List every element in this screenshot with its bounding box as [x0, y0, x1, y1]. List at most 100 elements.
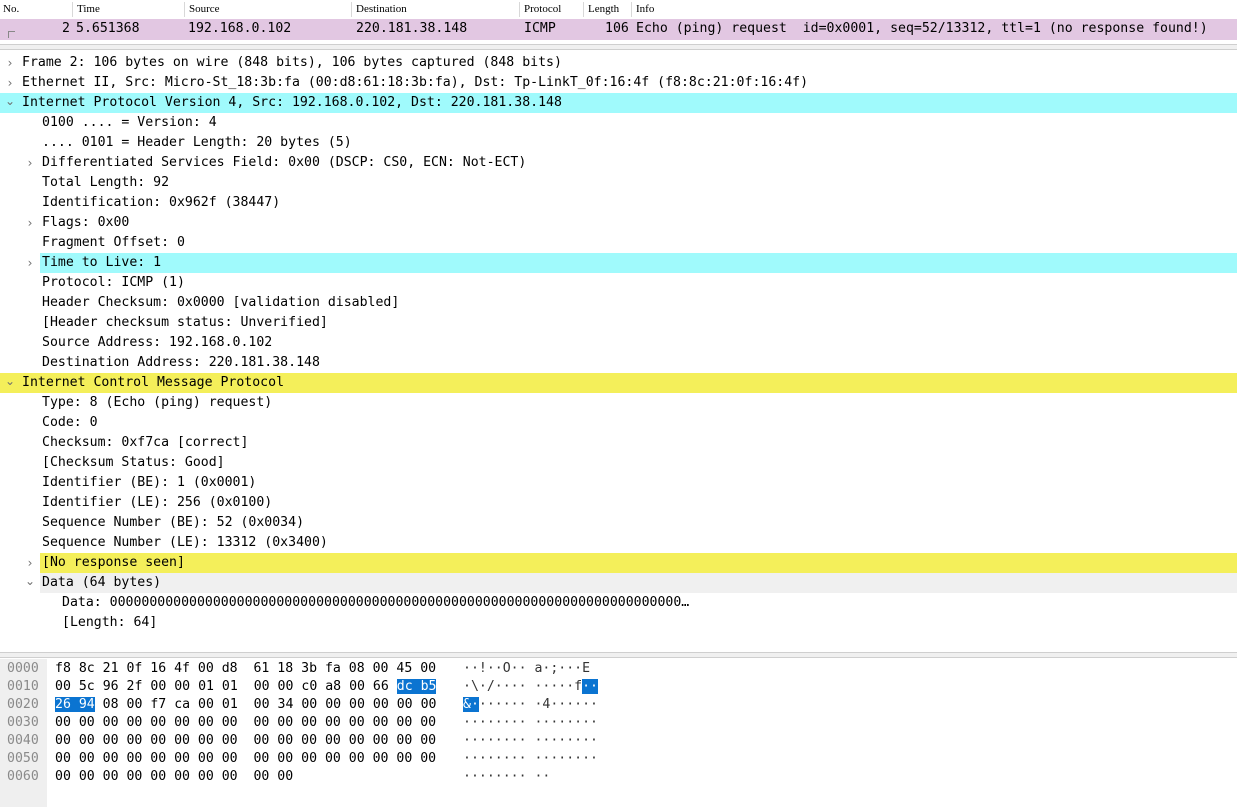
packet-row-selected[interactable]: 2 5.651368 192.168.0.102 220.181.38.148 … — [0, 19, 1237, 40]
tree-row[interactable]: Destination Address: 220.181.38.148 — [0, 353, 1237, 373]
ascii-bytes[interactable]: ········ ········ — [463, 732, 598, 750]
chevron-down-icon[interactable]: ⌄ — [4, 95, 16, 107]
tree-row[interactable]: Identification: 0x962f (38447) — [0, 193, 1237, 213]
ascii-bytes[interactable]: &······· ·4······ — [463, 696, 598, 714]
tree-row[interactable]: 0100 .... = Version: 4 — [0, 113, 1237, 133]
tree-row-label: Time to Live: 1 — [42, 255, 162, 270]
column-header-info[interactable]: Info — [636, 3, 654, 15]
packet-destination: 220.181.38.148 — [356, 21, 468, 36]
column-header-destination[interactable]: Destination — [356, 3, 407, 15]
tree-row-label: Protocol: ICMP (1) — [42, 275, 185, 290]
tree-row[interactable]: Sequence Number (BE): 52 (0x0034) — [0, 513, 1237, 533]
tree-row[interactable]: [Header checksum status: Unverified] — [0, 313, 1237, 333]
ascii-bytes[interactable]: ··!··O·· a·;···E — [463, 660, 590, 678]
byte-selection: ·· — [582, 679, 598, 694]
bytes-row: 0040 00 00 00 00 00 00 00 00 00 00 00 00 … — [0, 732, 1237, 750]
tree-row[interactable]: Fragment Offset: 0 — [0, 233, 1237, 253]
tree-row-label: Code: 0 — [42, 415, 98, 430]
tree-row-label: Identifier (BE): 1 (0x0001) — [42, 475, 257, 490]
tree-row[interactable]: [Checksum Status: Good] — [0, 453, 1237, 473]
tree-row-label: Destination Address: 220.181.38.148 — [42, 355, 320, 370]
packet-details-tree: › Frame 2: 106 bytes on wire (848 bits), … — [0, 53, 1237, 650]
tree-row[interactable]: Type: 8 (Echo (ping) request) — [0, 393, 1237, 413]
packet-no: 2 — [62, 21, 70, 36]
hex-bytes[interactable]: 00 00 00 00 00 00 00 00 00 00 00 00 00 0… — [55, 732, 436, 750]
tree-row[interactable]: Code: 0 — [0, 413, 1237, 433]
tree-row[interactable]: › Time to Live: 1 — [0, 253, 1237, 273]
column-header-source[interactable]: Source — [189, 3, 220, 15]
hex-bytes[interactable]: 00 5c 96 2f 00 00 01 01 00 00 c0 a8 00 6… — [55, 678, 437, 696]
hex-bytes[interactable]: 26 94 08 00 f7 ca 00 01 00 34 00 00 00 0… — [55, 696, 436, 714]
column-header-protocol[interactable]: Protocol — [524, 3, 561, 15]
column-header-length[interactable]: Length — [588, 3, 619, 15]
packet-time: 5.651368 — [76, 21, 140, 36]
tree-row[interactable]: Total Length: 92 — [0, 173, 1237, 193]
tree-row-label: Total Length: 92 — [42, 175, 170, 190]
chevron-right-icon[interactable]: › — [24, 253, 36, 273]
tree-row[interactable]: Sequence Number (LE): 13312 (0x3400) — [0, 533, 1237, 553]
tree-row[interactable]: Source Address: 192.168.0.102 — [0, 333, 1237, 353]
byte-offset: 0050 — [7, 751, 39, 766]
tree-row[interactable]: › Flags: 0x00 — [0, 213, 1237, 233]
tree-row-label: Source Address: 192.168.0.102 — [42, 335, 273, 350]
tree-row[interactable]: .... 0101 = Header Length: 20 bytes (5) — [0, 133, 1237, 153]
pane-splitter[interactable] — [0, 652, 1237, 658]
tree-row[interactable]: [Length: 64] — [0, 613, 1237, 633]
tree-row[interactable]: Protocol: ICMP (1) — [0, 273, 1237, 293]
hex-bytes[interactable]: 00 00 00 00 00 00 00 00 00 00 00 00 00 0… — [55, 714, 436, 732]
packet-list-header: No. Time Source Destination Protocol Len… — [0, 0, 1237, 19]
chevron-right-icon[interactable]: › — [24, 153, 36, 173]
ascii-bytes[interactable]: ·\·/···· ·····f·· — [463, 678, 598, 696]
tree-row-label: Data (64 bytes) — [42, 575, 162, 590]
hex-bytes[interactable]: 00 00 00 00 00 00 00 00 00 00 — [55, 768, 293, 786]
bytes-row: 0020 26 94 08 00 f7 ca 00 01 00 34 00 00 … — [0, 696, 1237, 714]
tree-row[interactable]: Checksum: 0xf7ca [correct] — [0, 433, 1237, 453]
hex-bytes[interactable]: 00 00 00 00 00 00 00 00 00 00 00 00 00 0… — [55, 750, 436, 768]
chevron-right-icon[interactable]: › — [4, 53, 16, 73]
tree-row-label: Sequence Number (BE): 52 (0x0034) — [42, 515, 305, 530]
related-packet-icon — [8, 31, 15, 38]
tree-row-label: Flags: 0x00 — [42, 215, 130, 230]
tree-row[interactable]: › [No response seen] — [0, 553, 1237, 573]
ascii-bytes[interactable]: ········ ········ — [463, 750, 598, 768]
chevron-down-icon[interactable]: ⌄ — [4, 375, 16, 387]
tree-row-label: [No response seen] — [42, 555, 185, 570]
tree-row-label: Identifier (LE): 256 (0x0100) — [42, 495, 273, 510]
chevron-right-icon[interactable]: › — [4, 73, 16, 93]
byte-selection: 26 94 — [55, 697, 95, 712]
tree-row-label: Data: 0000000000000000000000000000000000… — [62, 595, 690, 610]
tree-row[interactable]: ⌄ Data (64 bytes) — [0, 573, 1237, 593]
tree-row[interactable]: › Frame 2: 106 bytes on wire (848 bits), … — [0, 53, 1237, 73]
ascii-bytes[interactable]: ········ ·· — [463, 768, 550, 786]
tree-row[interactable]: Data: 0000000000000000000000000000000000… — [0, 593, 1237, 613]
bytes-row: 0050 00 00 00 00 00 00 00 00 00 00 00 00 … — [0, 750, 1237, 768]
tree-row[interactable]: ⌄ Internet Protocol Version 4, Src: 192.1… — [0, 93, 1237, 113]
pane-splitter[interactable] — [0, 44, 1237, 50]
tree-row[interactable]: ⌄ Internet Control Message Protocol — [0, 373, 1237, 393]
tree-row[interactable]: Header Checksum: 0x0000 [validation disa… — [0, 293, 1237, 313]
packet-protocol: ICMP — [524, 21, 556, 36]
tree-row-label: [Header checksum status: Unverified] — [42, 315, 328, 330]
tree-row-label: Ethernet II, Src: Micro-St_18:3b:fa (00:… — [22, 75, 809, 90]
byte-offset: 0040 — [7, 733, 39, 748]
column-header-no[interactable]: No. — [3, 3, 19, 15]
chevron-down-icon[interactable]: ⌄ — [24, 575, 36, 587]
tree-row-label: .... 0101 = Header Length: 20 bytes (5) — [42, 135, 352, 150]
tree-row[interactable]: Identifier (LE): 256 (0x0100) — [0, 493, 1237, 513]
chevron-right-icon[interactable]: › — [24, 213, 36, 233]
chevron-right-icon[interactable]: › — [24, 553, 36, 573]
packet-list: No. Time Source Destination Protocol Len… — [0, 0, 1237, 44]
ascii-bytes[interactable]: ········ ········ — [463, 714, 598, 732]
tree-row-label: Internet Control Message Protocol — [22, 375, 285, 390]
bytes-row: 0000 f8 8c 21 0f 16 4f 00 d8 61 18 3b fa … — [0, 660, 1237, 678]
tree-row[interactable]: › Differentiated Services Field: 0x00 (DS… — [0, 153, 1237, 173]
column-header-time[interactable]: Time — [77, 3, 100, 15]
tree-row-label: [Checksum Status: Good] — [42, 455, 225, 470]
hex-bytes[interactable]: f8 8c 21 0f 16 4f 00 d8 61 18 3b fa 08 0… — [55, 660, 436, 678]
tree-row-label: Header Checksum: 0x0000 [validation disa… — [42, 295, 400, 310]
tree-row-label: 0100 .... = Version: 4 — [42, 115, 217, 130]
packet-info: Echo (ping) request id=0x0001, seq=52/13… — [636, 21, 1208, 36]
byte-offset: 0000 — [7, 661, 39, 676]
tree-row[interactable]: › Ethernet II, Src: Micro-St_18:3b:fa (00… — [0, 73, 1237, 93]
tree-row[interactable]: Identifier (BE): 1 (0x0001) — [0, 473, 1237, 493]
